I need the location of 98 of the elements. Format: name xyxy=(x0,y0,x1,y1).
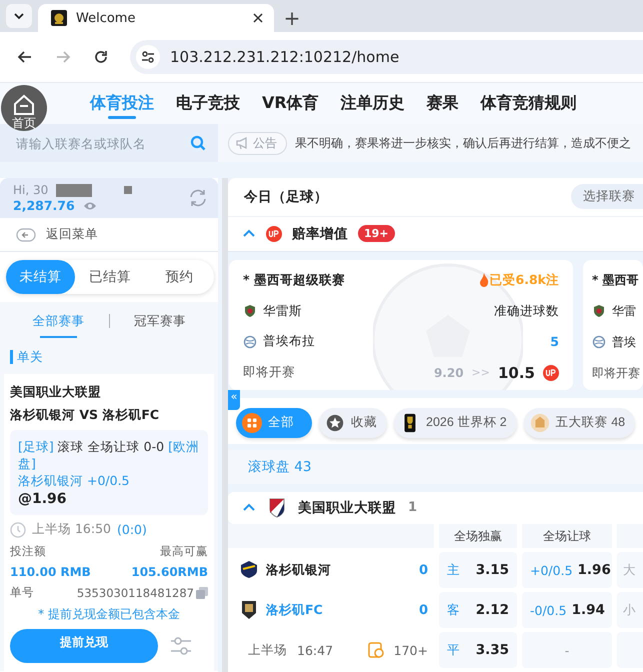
league-name: * 墨西哥 xyxy=(592,272,638,289)
bet-selection: 洛杉矶银河 +0/0.5 xyxy=(18,473,130,490)
redaction-block xyxy=(124,186,132,194)
nav-tab[interactable]: 赛果 xyxy=(426,82,459,124)
team-name: 洛杉矶FC xyxy=(266,602,324,619)
ball-icon xyxy=(243,334,257,349)
boosted-odds: 10.5 xyxy=(498,364,535,382)
league-name: * 墨西哥超级联赛 xyxy=(243,272,345,289)
team-name: 华雷 xyxy=(612,302,636,320)
team-name: 华雷斯 xyxy=(263,302,302,320)
emblem-icon xyxy=(530,412,550,433)
back-to-menu-button[interactable]: 返回菜单 xyxy=(0,218,218,252)
shield-icon xyxy=(243,304,257,318)
match-status: 即将开赛 xyxy=(592,364,640,382)
redaction-block xyxy=(56,184,92,196)
nav-tab[interactable]: 体育竞猜规则 xyxy=(480,82,577,124)
order-number: 5353030118481287 xyxy=(76,586,194,600)
team-name: 普埃 xyxy=(612,334,636,351)
column-header: 全场让球 xyxy=(522,524,612,548)
match-period: 上半场 16:50 xyxy=(32,521,111,538)
bet-volume: 170+ xyxy=(394,642,428,658)
league-name: 美国职业大联盟 xyxy=(298,498,396,517)
bet-odds: @1.96 xyxy=(18,491,68,507)
balance-amount: 2,287.76 xyxy=(13,198,75,213)
greeting-text: Hi, 30 xyxy=(13,183,48,197)
odds-boost-card[interactable]: * 墨西哥 华雷 普埃 即将开赛 xyxy=(583,260,643,390)
match-title: 洛杉矶银河 VS 洛杉矶FC xyxy=(10,407,160,424)
old-odds: 9.20 xyxy=(434,366,464,380)
league-select-button[interactable]: 选择联赛 xyxy=(571,184,643,210)
bet-count-text: 已受6.8k注 xyxy=(490,272,559,289)
market-name: 准确进球数 xyxy=(494,302,559,320)
nav-tab[interactable]: 注单历史 xyxy=(340,82,405,124)
eye-icon[interactable] xyxy=(82,200,97,210)
odds-button[interactable]: -0/0.5 1.94 xyxy=(522,592,612,628)
home-button[interactable]: 首页 xyxy=(1,85,47,131)
team-name: 洛杉矶银河 xyxy=(266,562,332,579)
shield-stripe-icon xyxy=(240,560,258,580)
nav-tab[interactable]: VR体育 xyxy=(262,82,319,124)
clock-icon xyxy=(10,522,26,538)
selection-value: 5 xyxy=(550,334,559,350)
odds-button[interactable]: 主 3.15 xyxy=(439,552,517,588)
team-score: 0 xyxy=(418,602,428,618)
team-name: 普埃布拉 xyxy=(263,333,315,350)
max-win-amount: 105.60RMB xyxy=(131,565,208,579)
filter-chip[interactable]: 五大联赛 48 xyxy=(524,408,636,438)
match-count: 1 xyxy=(408,500,418,516)
column-header: 全场独赢 xyxy=(439,524,517,548)
site-settings-icon xyxy=(141,50,155,64)
cashout-note: * 提前兑现金额已包含本金 xyxy=(37,606,181,623)
bet-status-tab[interactable]: 已结算 xyxy=(75,260,145,294)
home-icon xyxy=(12,94,36,116)
live-count: 滚球盘 43 xyxy=(248,458,312,476)
reload-icon[interactable] xyxy=(92,48,110,66)
new-tab-button[interactable]: + xyxy=(280,4,304,32)
event-filter-tab[interactable]: 冠军赛事 xyxy=(110,302,210,340)
address-field[interactable]: 103.212.231.212:10212/home xyxy=(130,40,643,74)
nav-tab[interactable]: 电子竞技 xyxy=(176,82,240,124)
coin-icon xyxy=(368,642,384,658)
up-badge-icon xyxy=(266,226,282,242)
stake-amount: 110.00 RMB xyxy=(10,565,91,579)
search-field[interactable]: 请输入联赛名或球队名 xyxy=(14,134,190,152)
match-score: (0:0) xyxy=(117,522,147,537)
max-win-label: 最高可赢 xyxy=(160,544,208,559)
odds-button[interactable]: 客 2.12 xyxy=(439,592,517,628)
grid-icon xyxy=(242,412,262,433)
team-score: 0 xyxy=(418,562,428,578)
match-status: 即将开赛 xyxy=(243,364,295,382)
bet-status-tab[interactable]: 预约 xyxy=(144,260,214,294)
count-badge: 19+ xyxy=(358,225,395,242)
filter-chip[interactable]: 收藏 xyxy=(319,408,387,438)
odds-button[interactable]: 平 3.35 xyxy=(439,632,517,668)
match-period: 上半场 xyxy=(248,642,287,659)
odds-button[interactable]: +0/0.5 1.96 xyxy=(522,552,612,588)
filter-chip[interactable]: 2026 世界杯 2 xyxy=(394,408,517,438)
announcement-text: 果不明确，赛果将进一步核实，确认后再进行结算，造成不便之 xyxy=(295,134,631,152)
bet-description: [足球] 滚球 全场让球 0-0 [欧洲盘] xyxy=(18,438,200,472)
arrow-text: >> xyxy=(472,366,490,380)
flame-icon xyxy=(478,273,489,288)
shield-badge-icon xyxy=(240,600,258,620)
close-icon[interactable] xyxy=(252,12,264,24)
league-shield-icon xyxy=(268,498,286,518)
browser-tab[interactable]: Welcome xyxy=(38,4,274,32)
odds-boost-card[interactable]: * 墨西哥超级联赛 已受6.8k注 华雷斯 准确进球数 普埃布拉 5 即将开赛 9.20 >> 10.5 xyxy=(229,260,573,390)
shield-icon xyxy=(592,304,606,318)
match-time: 16:47 xyxy=(297,642,334,658)
ball-icon xyxy=(592,335,606,350)
sliders-icon[interactable] xyxy=(170,637,192,655)
page-title: 今日（足球） xyxy=(244,188,328,206)
copy-icon[interactable] xyxy=(196,586,208,598)
refresh-icon[interactable] xyxy=(188,188,208,208)
stake-label: 投注额 xyxy=(10,544,46,559)
search-icon xyxy=(190,135,206,151)
up-badge-icon xyxy=(543,364,559,381)
boost-title: 赔率增值 xyxy=(292,224,348,243)
favicon-icon xyxy=(51,10,67,26)
section-title: 单关 xyxy=(10,350,214,364)
league-name: 美国职业大联盟 xyxy=(10,384,102,401)
order-label: 单号 xyxy=(10,585,34,600)
